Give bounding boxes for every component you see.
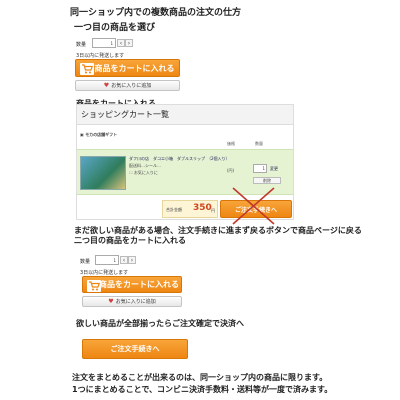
step4-title: 欲しい商品が全部揃ったらご注文確定で決済へ (76, 319, 244, 328)
footer-line1: 注文をまとめることが出来るのは、同一ショップ内の商品に限ります。 (72, 373, 328, 382)
quantity-stepper-2[interactable]: 1 ‹ › (95, 255, 136, 265)
cart-icon-2 (87, 280, 101, 292)
footer-line2: 1つにまとめることで、コンビニ決済手数料・送料等が一度で済みます。 (72, 385, 333, 394)
qty-input-2[interactable]: 1 (95, 255, 119, 265)
add-favorite-button-2[interactable]: ♥ お気に入りに追加 (82, 296, 182, 307)
qty-label-2: 数量 (80, 259, 91, 265)
step3-line2: 二つ目の商品をカートに入れる (74, 236, 186, 245)
qty-decrement-button-2[interactable]: ‹ (120, 256, 128, 264)
heart-icon-2: ♥ (108, 298, 114, 305)
cross-mark-icon (232, 187, 275, 225)
stock-note-2: 3日以内に発送します (80, 270, 129, 276)
qty-increment-button-2[interactable]: › (128, 256, 136, 264)
add-to-cart-button-2[interactable]: 商品をカートに入れる (82, 276, 182, 293)
checkout-button-final[interactable]: ご注文手続きへ (82, 339, 188, 359)
